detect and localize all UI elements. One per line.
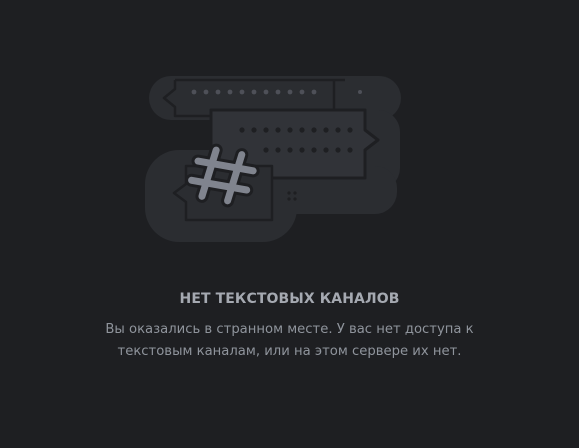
no-text-channels-empty-state: НЕТ ТЕКСТОВЫХ КАНАЛОВ Вы оказались в стр…: [0, 0, 579, 448]
empty-channels-illustration: [145, 76, 401, 242]
empty-state-title: НЕТ ТЕКСТОВЫХ КАНАЛОВ: [179, 291, 400, 307]
empty-state-description: Вы оказались в странном месте. У вас нет…: [105, 322, 474, 359]
